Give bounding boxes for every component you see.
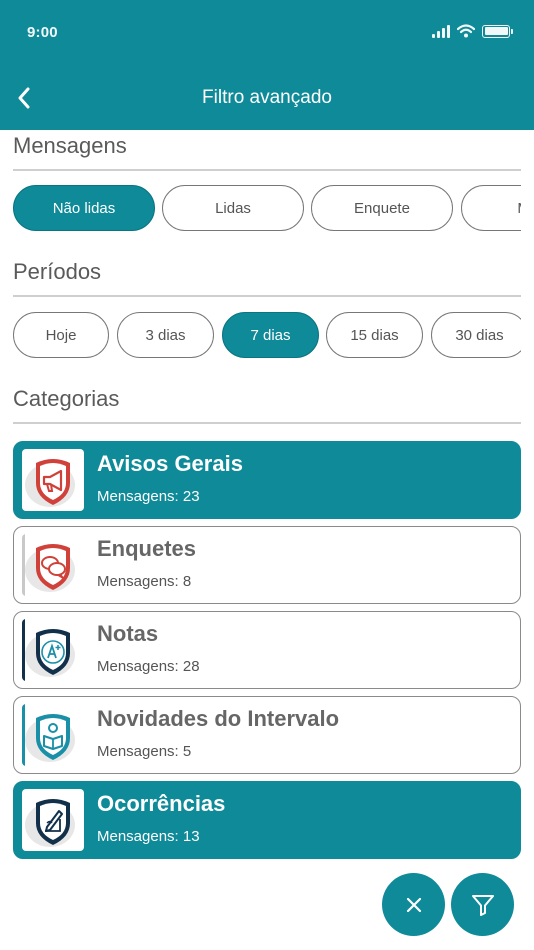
category-card-avisos-gerais[interactable]: Avisos Gerais Mensagens: 23	[13, 441, 521, 519]
category-count: Mensagens: 23	[97, 488, 200, 505]
section-title-messages: Mensagens	[13, 133, 127, 158]
megaphone-icon	[22, 449, 84, 511]
clear-filters-button[interactable]	[382, 873, 445, 936]
battery-icon	[482, 24, 513, 38]
filter-icon	[471, 894, 494, 916]
category-card-novidades-do-intervalo[interactable]: Novidades do Intervalo Mensagens: 5	[13, 696, 521, 774]
signal-icon	[432, 24, 450, 38]
pen-writing-icon	[22, 789, 84, 851]
category-name: Novidades do Intervalo	[97, 706, 340, 731]
status-time: 9:00	[27, 24, 58, 41]
divider	[13, 295, 521, 297]
accent-bar	[22, 704, 25, 766]
apply-filters-button[interactable]	[451, 873, 514, 936]
close-icon	[406, 897, 421, 912]
chip-3-dias[interactable]: 3 dias	[117, 312, 214, 358]
chip-enquete[interactable]: Enquete	[311, 185, 453, 231]
chip-30-dias[interactable]: 30 dias	[431, 312, 521, 358]
category-name: Notas	[97, 621, 159, 646]
chip-lidas[interactable]: Lidas	[162, 185, 304, 231]
category-name: Avisos Gerais	[97, 451, 243, 476]
category-count: Mensagens: 28	[97, 658, 200, 675]
category-name: Enquetes	[97, 536, 197, 561]
category-name: Ocorrências	[97, 791, 226, 816]
accent-bar	[22, 619, 25, 681]
speech-bubbles-icon	[22, 534, 84, 596]
page-title: Filtro avançado	[202, 87, 332, 108]
chip-hoje[interactable]: Hoje	[13, 312, 109, 358]
divider	[13, 422, 521, 424]
category-count: Mensagens: 13	[97, 828, 200, 845]
divider	[13, 169, 521, 171]
category-card-notas[interactable]: Notas Mensagens: 28	[13, 611, 521, 689]
grade-a-plus-icon	[22, 619, 84, 681]
chip-7-dias[interactable]: 7 dias	[222, 312, 319, 358]
reading-student-icon	[22, 704, 84, 766]
wifi-icon	[457, 24, 475, 38]
category-count: Mensagens: 5	[97, 743, 192, 760]
chip-men[interactable]: Men	[461, 185, 521, 231]
category-card-ocorrencias[interactable]: Ocorrências Mensagens: 13	[13, 781, 521, 859]
app-header: 9:00 Filtro avançado	[0, 0, 534, 130]
periods-filter-row[interactable]: Hoje 3 dias 7 dias 15 dias 30 dias	[13, 312, 521, 360]
section-title-categories: Categorias	[13, 386, 120, 411]
accent-bar	[22, 534, 25, 596]
chip-15-dias[interactable]: 15 dias	[326, 312, 423, 358]
section-title-periods: Períodos	[13, 259, 102, 284]
category-count: Mensagens: 8	[97, 573, 192, 590]
chip-nao-lidas[interactable]: Não lidas	[13, 185, 155, 231]
category-card-enquetes[interactable]: Enquetes Mensagens: 8	[13, 526, 521, 604]
messages-filter-row[interactable]: Não lidas Lidas Enquete Men	[13, 185, 521, 233]
status-icons	[432, 24, 513, 38]
